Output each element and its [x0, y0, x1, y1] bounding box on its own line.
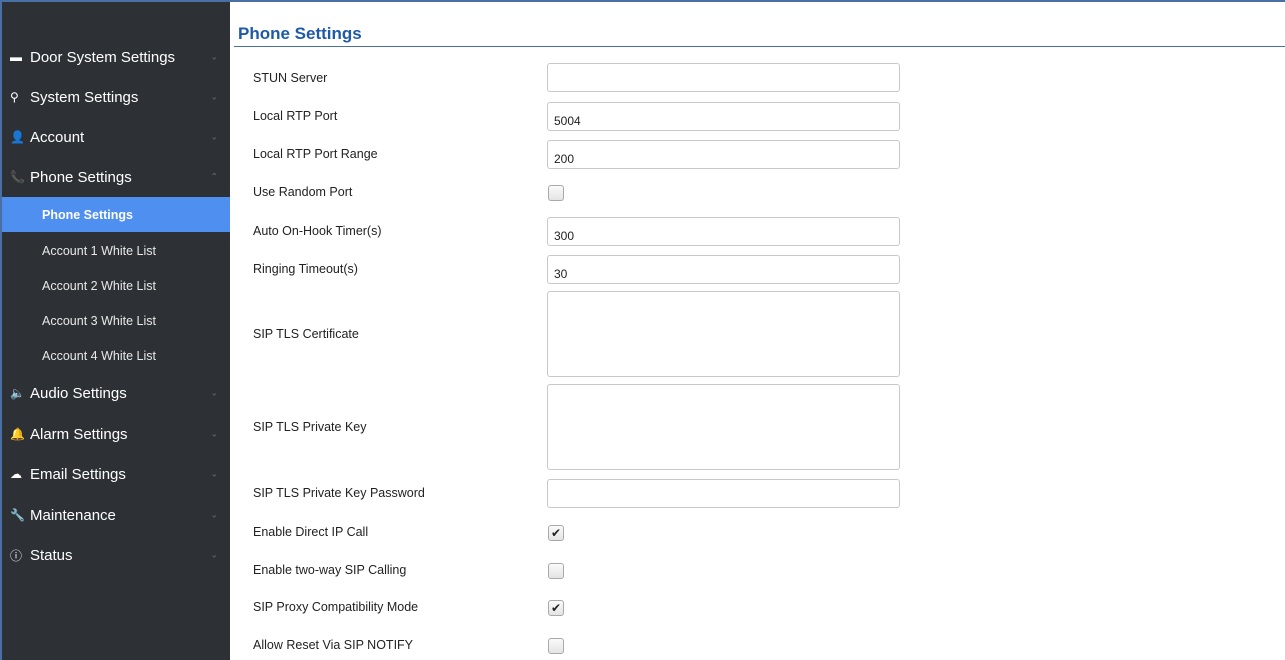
submenu-phone-settings[interactable]: Phone Settings — [2, 197, 230, 232]
allow-reset-via-sip-notify-checkbox[interactable] — [548, 638, 564, 654]
menu-alarm-settings[interactable]: 🔔 Alarm Settings ⌄ — [2, 414, 230, 454]
stun-server-label: STUN Server — [253, 71, 328, 85]
menu-label: Maintenance — [30, 506, 116, 524]
chevron-down-icon: ⌄ — [210, 131, 218, 142]
sip-tls-certificate-textarea[interactable] — [547, 291, 900, 377]
key-icon: ⚲ — [10, 90, 19, 104]
wrench-icon: 🔧 — [10, 508, 25, 522]
menu-label: Account — [30, 128, 85, 146]
auto-on-hook-timer-label: Auto On-Hook Timer(s) — [253, 224, 382, 238]
allow-reset-via-sip-notify-label: Allow Reset Via SIP NOTIFY — [253, 638, 414, 652]
sip-proxy-compatibility-mode-label: SIP Proxy Compatibility Mode — [253, 600, 419, 614]
menu-label: Status — [30, 546, 73, 564]
menu-audio-settings[interactable]: 🔈 Audio Settings ⌄ — [2, 373, 230, 413]
phone-icon: 📞 — [10, 170, 25, 184]
chevron-down-icon: ⌄ — [210, 387, 218, 398]
local-rtp-port-label: Local RTP Port — [253, 109, 338, 123]
enable-direct-ip-call-label: Enable Direct IP Call — [253, 525, 369, 539]
speaker-icon: 🔈 — [10, 386, 25, 400]
menu-door-system-settings[interactable]: ▬ Door System Settings ⌄ — [2, 37, 230, 77]
chevron-down-icon: ⌄ — [210, 91, 218, 102]
ringing-timeout-label: Ringing Timeout(s) — [253, 262, 358, 276]
chevron-down-icon: ⌄ — [210, 51, 218, 62]
check-icon: ✔ — [550, 526, 562, 540]
local-rtp-port-input[interactable] — [547, 102, 900, 131]
sip-tls-certificate-label: SIP TLS Certificate — [253, 327, 359, 341]
sip-tls-private-key-label: SIP TLS Private Key — [253, 420, 367, 434]
menu-email-settings[interactable]: ☁ Email Settings ⌄ — [2, 454, 230, 494]
stun-server-input[interactable] — [547, 63, 900, 92]
submenu-account-2-white-list[interactable]: Account 2 White List — [2, 268, 230, 303]
menu-label: Alarm Settings — [30, 425, 128, 443]
bell-icon: 🔔 — [10, 427, 25, 441]
enable-direct-ip-call-checkbox[interactable]: ✔ — [548, 525, 564, 541]
auto-on-hook-timer-input[interactable] — [547, 217, 900, 246]
check-icon: ✔ — [550, 601, 562, 615]
menu-label: System Settings — [30, 88, 139, 106]
menu-system-settings[interactable]: ⚲ System Settings ⌄ — [2, 77, 230, 117]
ringing-timeout-input[interactable] — [547, 255, 900, 284]
menu-status[interactable]: ⓘ Status ⌄ — [2, 535, 230, 575]
use-random-port-label: Use Random Port — [253, 185, 353, 199]
sip-proxy-compatibility-mode-checkbox[interactable]: ✔ — [548, 600, 564, 616]
local-rtp-port-range-input[interactable] — [547, 140, 900, 169]
enable-two-way-sip-calling-checkbox[interactable] — [548, 563, 564, 579]
chevron-down-icon: ⌄ — [210, 549, 218, 560]
menu-account[interactable]: 👤 Account ⌄ — [2, 117, 230, 157]
chevron-down-icon: ⌄ — [210, 509, 218, 520]
info-icon: ⓘ — [10, 548, 23, 563]
sip-tls-private-key-textarea[interactable] — [547, 384, 900, 470]
local-rtp-port-range-label: Local RTP Port Range — [253, 147, 378, 161]
chevron-up-icon: ⌃ — [210, 171, 218, 182]
door-icon: ▬ — [10, 50, 22, 64]
menu-label: Audio Settings — [30, 384, 127, 402]
submenu-account-3-white-list[interactable]: Account 3 White List — [2, 303, 230, 338]
enable-two-way-sip-calling-label: Enable two-way SIP Calling — [253, 563, 407, 577]
chevron-down-icon: ⌄ — [210, 468, 218, 479]
page-title: Phone Settings — [238, 24, 362, 43]
chevron-down-icon: ⌄ — [210, 428, 218, 439]
sip-tls-private-key-password-label: SIP TLS Private Key Password — [253, 486, 425, 500]
title-divider — [234, 46, 1285, 47]
menu-maintenance[interactable]: 🔧 Maintenance ⌄ — [2, 495, 230, 535]
use-random-port-checkbox[interactable] — [548, 185, 564, 201]
sip-tls-private-key-password-input[interactable] — [547, 479, 900, 508]
menu-phone-settings[interactable]: 📞 Phone Settings ⌃ — [2, 157, 230, 197]
menu-label: Email Settings — [30, 465, 126, 483]
cloud-icon: ☁ — [10, 467, 22, 481]
submenu-account-4-white-list[interactable]: Account 4 White List — [2, 338, 230, 373]
user-icon: 👤 — [10, 130, 25, 144]
menu-label: Door System Settings — [30, 48, 176, 66]
submenu-account-1-white-list[interactable]: Account 1 White List — [2, 233, 230, 268]
menu-label: Phone Settings — [30, 168, 132, 186]
sidebar: ▬ Door System Settings ⌄ ⚲ System Settin… — [2, 2, 230, 660]
